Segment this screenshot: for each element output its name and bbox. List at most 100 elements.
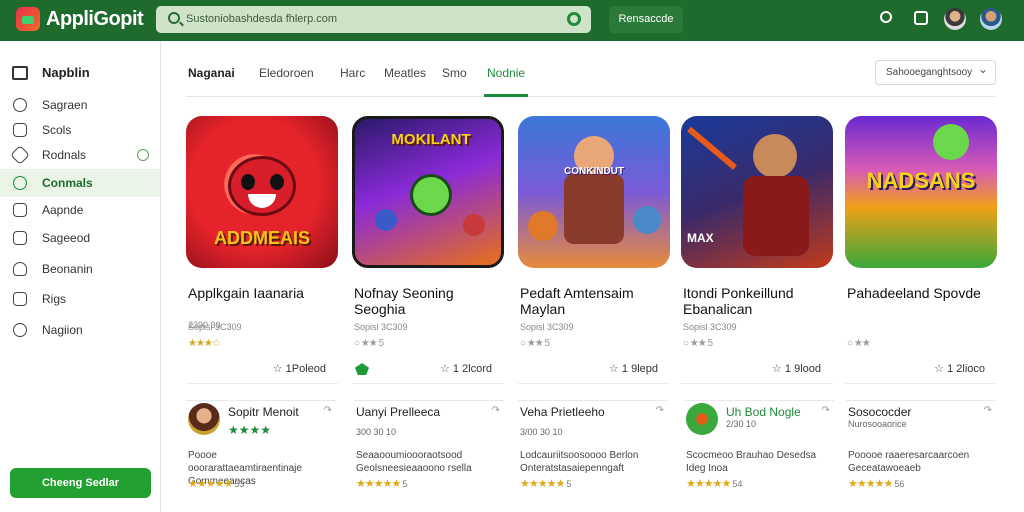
- tab-4[interactable]: Meatles: [384, 66, 426, 80]
- app-card[interactable]: MAX Itondi Ponkeillund Ebanalican Sopisl…: [681, 110, 833, 384]
- search-input[interactable]: Sustoniobashdesda fhlerp.com: [186, 13, 337, 25]
- tab-5[interactable]: Smo: [442, 66, 467, 80]
- review-card[interactable]: Sosococder Nurosooaorice ↷ Pooooe raaere…: [846, 400, 996, 504]
- reviewer-name[interactable]: Sosococder: [848, 405, 911, 419]
- rating-stars: ★★★★★ 5: [356, 478, 408, 490]
- reviewer-name[interactable]: Veha Prietleeho: [520, 405, 605, 419]
- sidebar-item-2[interactable]: Scols: [0, 116, 160, 144]
- sidebar-heading[interactable]: Napblin: [12, 65, 90, 80]
- app-artwork[interactable]: CONKINDUT: [518, 116, 670, 268]
- app-artwork[interactable]: NADSANS: [845, 116, 997, 268]
- app-artwork-label: CONKINDUT: [564, 166, 624, 177]
- sidebar: Napblin Sagraen Scols Rodnals Conmals Aa…: [0, 41, 161, 512]
- review-card[interactable]: Sopitr Menoit ★★★★ ↷ Poooe ooorarattaeam…: [186, 400, 336, 504]
- download-count[interactable]: 1 9lepd: [609, 362, 658, 375]
- rating-count: 5: [566, 479, 572, 489]
- grid-icon: [13, 292, 27, 306]
- header-action-button[interactable]: Rensaccde: [609, 6, 683, 33]
- rating-stars: ○ ★★: [847, 338, 871, 349]
- app-card[interactable]: NADSANS Pahadeeland Spovde ○ ★★ 1 2lioco: [845, 110, 997, 384]
- rating-stars: ★★★★: [228, 423, 272, 437]
- rating-stars: ★★★★★ 5: [520, 478, 572, 490]
- sort-dropdown[interactable]: Sahooeganghtsooy: [875, 58, 996, 85]
- rating-count: 54: [732, 479, 743, 489]
- review-text: Lodcauriitsoosoooo Berlon Onteratstasaie…: [520, 450, 639, 474]
- review-card[interactable]: Uh Bod Nogle 2/30 10 ↷ Scocmeoo Brauhao …: [684, 400, 834, 504]
- rating-stars: ★★★★★ 56: [848, 478, 905, 490]
- review-text: Pooooe raaeresarcaarcoen Geceatawoeaeb: [848, 450, 970, 474]
- rating-count: 56: [894, 479, 905, 489]
- search-bar[interactable]: Sustoniobashdesda fhlerp.com: [156, 6, 591, 33]
- app-title[interactable]: Pedaft Amtensaim Maylan: [520, 285, 668, 317]
- app-artwork-label: MAX: [687, 231, 714, 245]
- tab-6[interactable]: Nodnie: [487, 66, 525, 80]
- sidebar-item-7[interactable]: Beonanin: [0, 255, 160, 283]
- reviewer-name[interactable]: Uanyi Prelleeca: [356, 405, 440, 419]
- sidebar-item-1[interactable]: Sagraen: [0, 91, 160, 119]
- sidebar-cta-button[interactable]: Cheeng Sedlar: [10, 468, 151, 498]
- sidebar-item-6[interactable]: Sageeod: [0, 224, 160, 252]
- app-logo-icon[interactable]: [16, 7, 40, 31]
- sidebar-item-4[interactable]: Conmals: [0, 169, 160, 197]
- share-icon[interactable]: ↷: [984, 405, 992, 416]
- sidebar-item-label: Aapnde: [42, 203, 84, 217]
- app-card[interactable]: MOKILANT Nofnay Seoning Seoghia Sopisl 3…: [352, 110, 504, 384]
- menu-icon: [12, 65, 28, 80]
- rating-count: 5: [402, 479, 408, 489]
- sidebar-item-label: Nagiion: [42, 323, 83, 337]
- reviewer-name[interactable]: Uh Bod Nogle: [726, 405, 801, 419]
- gamepad-icon: [13, 176, 27, 190]
- rating-stars: ○ ★★ 5: [354, 338, 384, 349]
- app-meta: Sopisl 3C309: [354, 322, 408, 332]
- share-icon[interactable]: [880, 11, 892, 23]
- tab-1[interactable]: Naganai: [188, 66, 235, 80]
- sidebar-item-label: Sageeod: [42, 231, 91, 245]
- rating-stars: ★★★☆: [188, 338, 221, 349]
- app-artwork[interactable]: MOKILANT: [352, 116, 504, 268]
- sidebar-item-5[interactable]: Aapnde: [0, 196, 160, 224]
- app-artwork-label: NADSANS: [866, 168, 976, 193]
- share-icon[interactable]: ↷: [656, 405, 664, 416]
- rating-stars: ○ ★★ 5: [683, 338, 713, 349]
- app-artwork[interactable]: MAX: [681, 116, 833, 268]
- sidebar-item-8[interactable]: Rigs: [0, 285, 160, 313]
- sidebar-item-label: Sagraen: [42, 98, 88, 112]
- share-icon[interactable]: ↷: [822, 405, 830, 416]
- review-text: Scocmeoo Brauhao Desedsa Ideg Inoa: [686, 450, 817, 474]
- sidebar-item-9[interactable]: Nagiion: [0, 316, 160, 344]
- download-count[interactable]: 1 2lcord: [440, 362, 492, 375]
- share-icon[interactable]: ↷: [492, 405, 500, 416]
- download-count[interactable]: 1 9lood: [772, 362, 821, 375]
- users-icon: [13, 262, 27, 276]
- review-card[interactable]: Veha Prietleeho 3/00 30 10 ↷ Lodcauriits…: [518, 400, 668, 504]
- voice-search-icon[interactable]: [567, 12, 581, 26]
- tab-3[interactable]: Harc: [340, 66, 365, 80]
- app-title[interactable]: Nofnay Seoning Seoghia: [354, 285, 502, 317]
- sidebar-item-3[interactable]: Rodnals: [0, 141, 160, 169]
- app-artwork-label: MOKILANT: [391, 131, 471, 148]
- tab-2[interactable]: Eledoroen: [259, 66, 314, 80]
- user-avatar[interactable]: [944, 8, 966, 30]
- review-card[interactable]: Uanyi Prelleeca 300 30 10 ↷ Seaaooumiooo…: [354, 400, 504, 504]
- app-title[interactable]: Pahadeeland Spovde: [847, 285, 995, 301]
- clock-icon: [13, 123, 27, 137]
- settings-icon: [13, 98, 27, 112]
- active-tab-indicator: [484, 94, 528, 97]
- sidebar-item-label: Conmals: [42, 176, 93, 190]
- app-card[interactable]: ADDMEAIS Applkgain Iaanaria 2390 30 Sopi…: [186, 110, 338, 384]
- rating-stars: ★★★★★ 54: [686, 478, 743, 490]
- app-artwork[interactable]: ADDMEAIS: [186, 116, 338, 268]
- sidebar-item-label: Beonanin: [42, 262, 93, 276]
- reviewer-name[interactable]: Sopitr Menoit: [228, 405, 299, 419]
- download-count[interactable]: 1Poleod: [273, 362, 326, 375]
- profile-avatar[interactable]: [980, 8, 1002, 30]
- share-icon[interactable]: ↷: [324, 405, 332, 416]
- edit-icon: [13, 231, 27, 245]
- download-count[interactable]: 1 2lioco: [934, 362, 985, 375]
- app-title[interactable]: Applkgain Iaanaria: [188, 285, 336, 301]
- app-title[interactable]: Itondi Ponkeillund Ebanalican: [683, 285, 831, 317]
- app-card[interactable]: CONKINDUT Pedaft Amtensaim Maylan Sopisl…: [518, 110, 670, 384]
- window-icon[interactable]: [914, 11, 928, 25]
- review-meta: 2/30 10: [726, 419, 757, 429]
- brand-name[interactable]: AppliGopit: [46, 8, 144, 31]
